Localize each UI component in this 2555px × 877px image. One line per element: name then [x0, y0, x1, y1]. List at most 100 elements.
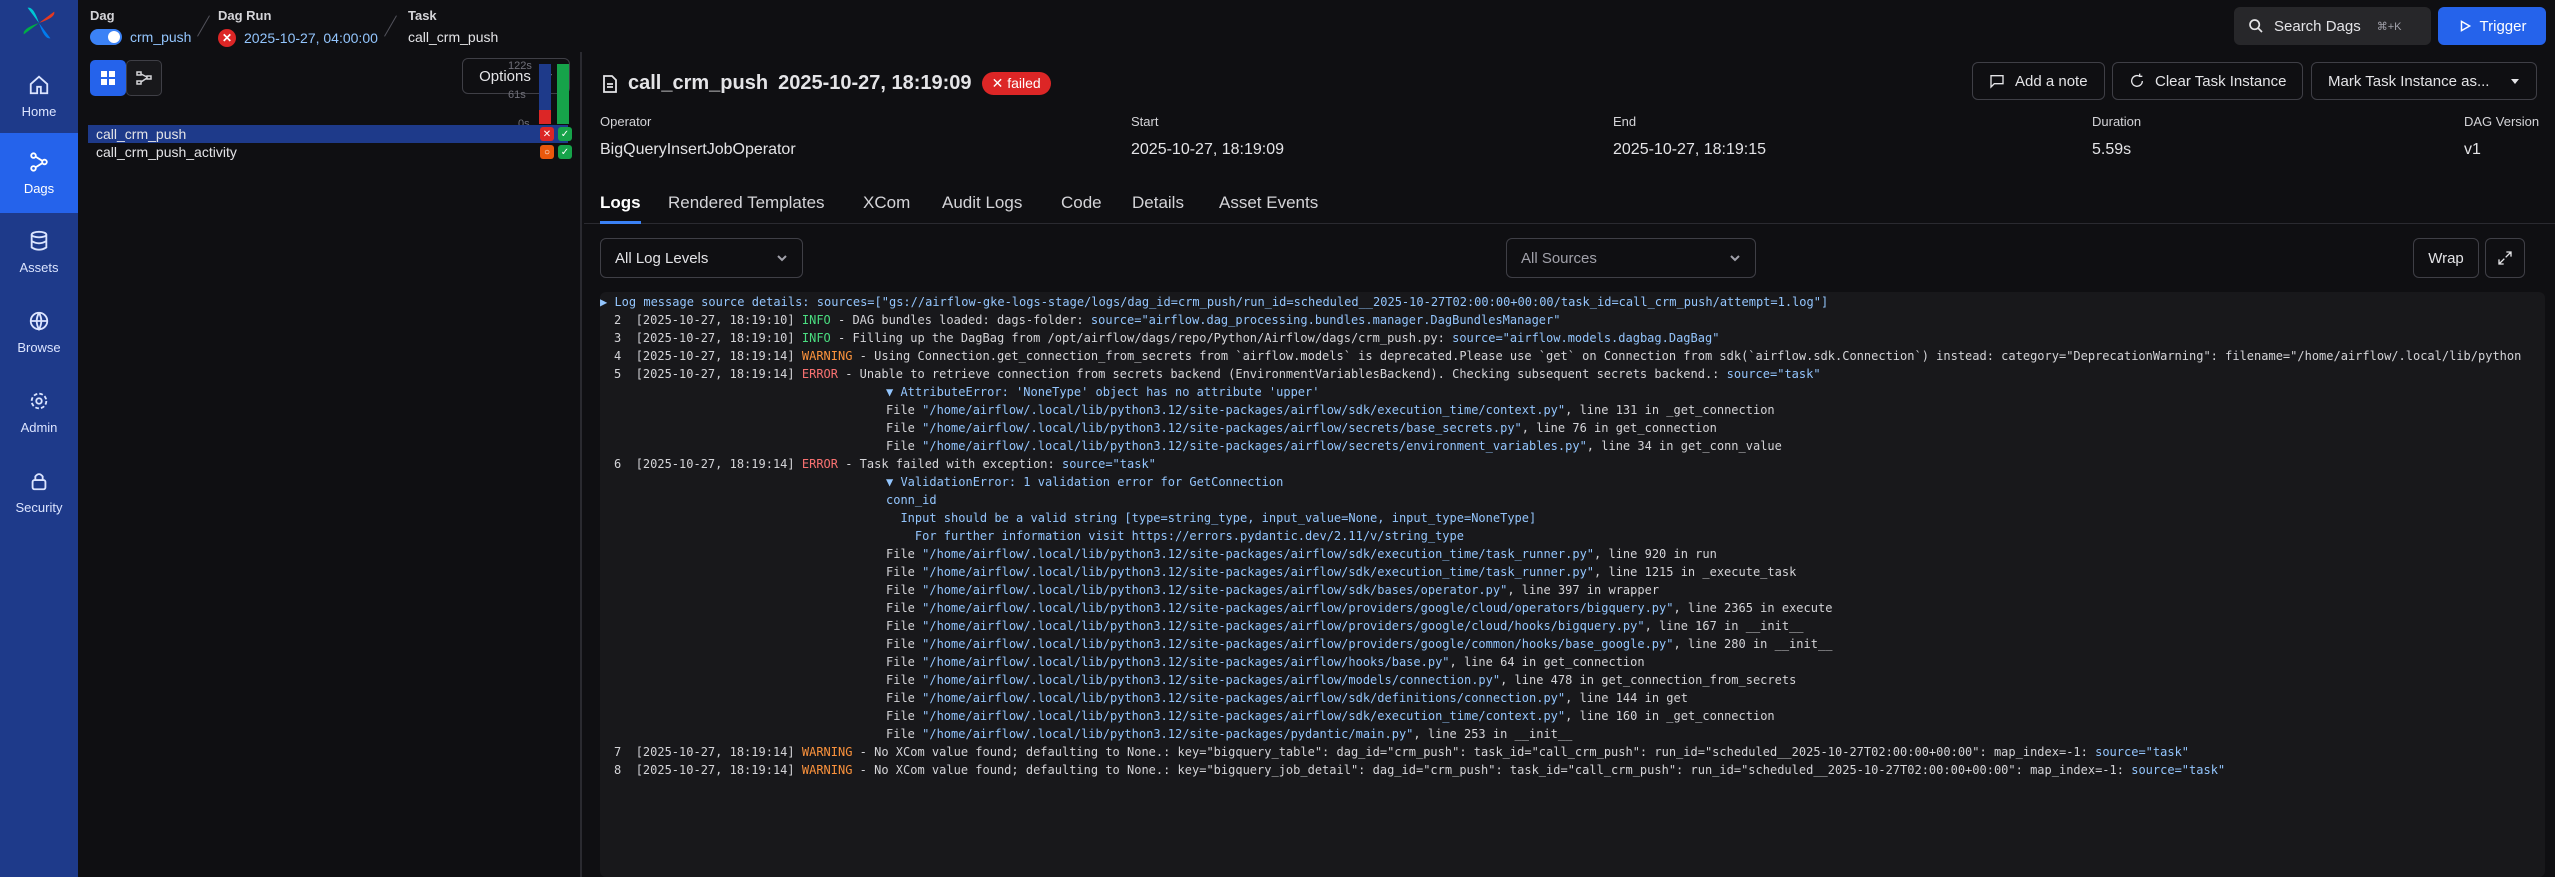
log-source: source="airflow.models.dagbag.DagBag" [1452, 331, 1720, 345]
file-word: File [886, 655, 923, 669]
breadcrumb: Dag crm_push Dag Run ✕ 2025-10-27, 04:00… [78, 0, 2555, 52]
nav-admin[interactable]: Admin [0, 372, 78, 452]
traceback-tail: , line 76 in get_connection [1521, 421, 1717, 435]
traceback-tail: , line 144 in get [1565, 691, 1688, 705]
task-success-icon[interactable]: ✓ [558, 127, 572, 141]
wrap-button[interactable]: Wrap [2413, 238, 2479, 278]
play-icon [2460, 20, 2471, 32]
traceback-toggle[interactable]: ▼ ValidationError: 1 validation error fo… [886, 473, 1283, 491]
tab-audit-logs[interactable]: Audit Logs [942, 182, 1022, 224]
crumb-run-value-wrap: ✕ 2025-10-27, 04:00:00 [218, 29, 378, 47]
crumb-separator [197, 15, 210, 37]
clear-task-instance-button[interactable]: Clear Task Instance [2112, 62, 2304, 100]
fullscreen-button[interactable] [2485, 238, 2525, 278]
log-level-value: All Log Levels [615, 249, 709, 267]
file-word: File [886, 403, 923, 417]
log-source-value: All Sources [1521, 249, 1597, 267]
add-note-button[interactable]: Add a note [1972, 62, 2105, 100]
nav-browse-label: Browse [17, 339, 61, 355]
log-level-select[interactable]: All Log Levels [600, 238, 803, 278]
log-message: - Filling up the DagBag from /opt/airflo… [830, 331, 1453, 345]
crumb-task-value: call_crm_push [408, 29, 499, 45]
tab-code[interactable]: Code [1061, 182, 1102, 224]
status-badge: ✕ failed [981, 72, 1051, 95]
nav-home[interactable]: Home [0, 56, 78, 136]
nav-security-label: Security [15, 499, 63, 515]
traceback-tail: , line 34 in get_conn_value [1586, 439, 1782, 453]
status-badge-label: failed [1007, 75, 1041, 91]
traceback-path: "/home/airflow/.local/lib/python3.12/sit… [922, 691, 1566, 705]
task-tabs: Logs Rendered Templates XCom Audit Logs … [584, 182, 2555, 224]
globe-icon [29, 311, 49, 331]
task-instance-timestamp: 2025-10-27, 18:19:09 [778, 72, 972, 94]
task-upstream-failed-icon[interactable]: ○ [540, 145, 554, 159]
crumb-dag-run[interactable]: Dag Run ✕ 2025-10-27, 04:00:00 [218, 8, 378, 47]
log-viewer[interactable]: ▶ Log message source details: sources=["… [600, 292, 2545, 877]
run-duration-bar-failed[interactable] [539, 110, 551, 124]
crumb-dag[interactable]: Dag crm_push [90, 8, 191, 45]
trigger-label: Trigger [2479, 17, 2527, 35]
search-dags-button[interactable]: Search Dags ⌘+K [2234, 7, 2431, 45]
tab-asset-events[interactable]: Asset Events [1219, 182, 1318, 224]
log-line-number: 6 [614, 457, 622, 471]
run-duration-bar-success[interactable] [557, 64, 569, 124]
trigger-button[interactable]: Trigger [2438, 7, 2546, 45]
log-message: - Using Connection.get_connection_from_s… [852, 349, 2522, 363]
task-failed-icon[interactable]: ✕ [540, 127, 554, 141]
tab-details[interactable]: Details [1132, 182, 1184, 224]
log-message: - No XCom value found; defaulting to Non… [852, 763, 2132, 777]
crumb-dag-value[interactable]: crm_push [130, 29, 191, 45]
traceback-frame: File "/home/airflow/.local/lib/python3.1… [886, 401, 1775, 419]
log-line-number: 4 [614, 349, 622, 363]
traceback-frame: File "/home/airflow/.local/lib/python3.1… [886, 563, 1796, 581]
task-row-call-crm-push-activity[interactable]: call_crm_push_activity [88, 143, 568, 161]
meta-operator: Operator BigQueryInsertJobOperator [600, 114, 796, 159]
file-word: File [886, 439, 923, 453]
traceback-path: "/home/airflow/.local/lib/python3.12/sit… [922, 421, 1522, 435]
airflow-logo-icon[interactable] [20, 4, 58, 42]
meta-value: v1 [2464, 141, 2481, 158]
meta-key: Operator [600, 114, 652, 129]
tab-xcom[interactable]: XCom [863, 182, 910, 224]
log-level: WARNING [801, 349, 853, 363]
mark-task-instance-button[interactable]: Mark Task Instance as... [2311, 62, 2537, 100]
crumb-task[interactable]: Task call_crm_push [408, 8, 498, 45]
log-source-select[interactable]: All Sources [1506, 238, 1756, 278]
nav-security[interactable]: Security [0, 452, 78, 532]
traceback-path: "/home/airflow/.local/lib/python3.12/sit… [922, 601, 1674, 615]
traceback-path: "/home/airflow/.local/lib/python3.12/sit… [922, 547, 1595, 561]
traceback-path: "/home/airflow/.local/lib/python3.12/sit… [922, 673, 1501, 687]
tab-logs[interactable]: Logs [600, 182, 641, 224]
log-timestamp: [2025-10-27, 18:19:14] [635, 367, 795, 381]
grid-view-button[interactable] [90, 60, 126, 96]
main-nav: Home Dags Assets Browse Admin Security [0, 0, 78, 877]
validation-detail: Input should be a valid string [type=str… [886, 511, 1537, 525]
crumb-run-value[interactable]: 2025-10-27, 04:00:00 [244, 30, 378, 46]
gear-icon [30, 392, 48, 409]
traceback-frame: File "/home/airflow/.local/lib/python3.1… [886, 635, 1832, 653]
graph-view-button[interactable] [126, 60, 162, 96]
task-name: call_crm_push [96, 126, 187, 142]
nav-dags[interactable]: Dags [0, 133, 78, 213]
caret-down-icon [2511, 79, 2519, 84]
dag-pause-toggle[interactable] [90, 29, 122, 45]
tab-rendered-templates[interactable]: Rendered Templates [668, 182, 825, 224]
traceback-toggle[interactable]: ▼ AttributeError: 'NoneType' object has … [886, 383, 1319, 401]
nav-assets[interactable]: Assets [0, 212, 78, 292]
task-success-icon[interactable]: ✓ [558, 145, 572, 159]
log-source-details[interactable]: ▶ Log message source details: sources=["… [600, 293, 1828, 311]
graph-icon [136, 71, 152, 85]
nav-browse[interactable]: Browse [0, 292, 78, 372]
log-source: source="task" [1061, 457, 1156, 471]
traceback-frame: File "/home/airflow/.local/lib/python3.1… [886, 725, 1572, 743]
traceback-tail: , line 160 in _get_connection [1565, 709, 1775, 723]
log-line-number: 8 [614, 763, 622, 777]
meta-key: End [1613, 114, 1637, 129]
file-word: File [886, 637, 923, 651]
log-message: - Unable to retrieve connection from sec… [838, 367, 1727, 381]
log-level: ERROR [801, 367, 838, 381]
lock-icon [31, 472, 47, 490]
crumb-dag-label: Dag [90, 8, 115, 23]
log-timestamp: [2025-10-27, 18:19:14] [635, 763, 795, 777]
task-row-call-crm-push[interactable]: call_crm_push [88, 125, 568, 143]
